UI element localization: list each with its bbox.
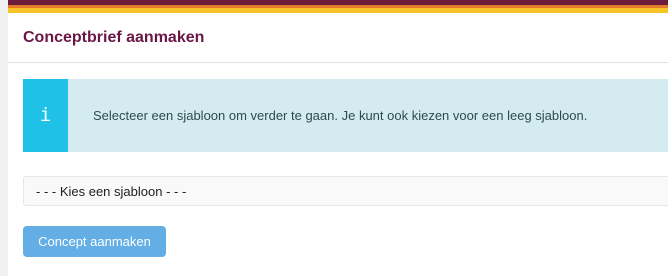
alert-icon-box: i xyxy=(23,79,68,152)
template-select[interactable]: - - - Kies een sjabloon - - - xyxy=(23,176,668,206)
create-concept-button[interactable]: Concept aanmaken xyxy=(23,226,166,257)
page-frame: Conceptbrief aanmaken i Selecteer een sj… xyxy=(0,0,668,276)
page-title: Conceptbrief aanmaken xyxy=(23,28,205,46)
info-icon: i xyxy=(39,104,52,126)
brand-stripes xyxy=(8,0,668,13)
info-alert: i Selecteer een sjabloon om verder te ga… xyxy=(23,79,668,152)
alert-message: Selecteer een sjabloon om verder te gaan… xyxy=(93,108,588,123)
concept-letter-card: Conceptbrief aanmaken i Selecteer een sj… xyxy=(8,13,668,276)
template-select-value: - - - Kies een sjabloon - - - xyxy=(36,183,187,199)
card-header: Conceptbrief aanmaken xyxy=(8,13,668,63)
